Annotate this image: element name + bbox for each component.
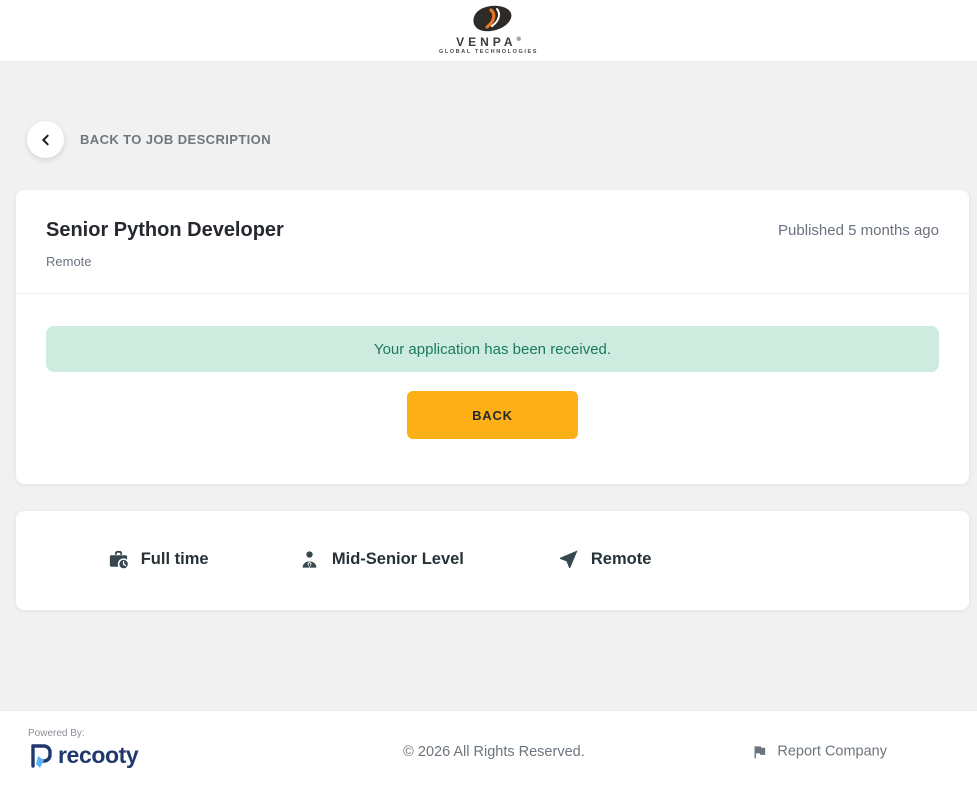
report-company-link[interactable]: Report Company: [751, 743, 887, 760]
recooty-wordmark: recooty: [58, 742, 138, 769]
application-received-banner: Your application has been received.: [46, 326, 939, 372]
powered-by-block: Powered By: recooty: [28, 728, 138, 769]
work-history-icon: [107, 548, 130, 571]
job-attributes-card: Full time Mid-Senior Level Remote: [16, 511, 969, 610]
powered-by-label: Powered By:: [28, 728, 138, 739]
attributes-spacer: [716, 548, 939, 571]
chevron-left-icon: [38, 132, 54, 148]
person-icon: [298, 548, 321, 571]
back-button-row: BACK: [46, 391, 939, 439]
venpa-logo[interactable]: VENPA® GLOBAL TECHNOLOGIES: [439, 5, 538, 56]
page-footer: Powered By: recooty © 2026 All Rights Re…: [0, 710, 977, 792]
registered-mark: ®: [517, 37, 521, 43]
copyright-text: © 2026 All Rights Reserved.: [403, 744, 585, 760]
flag-icon: [751, 743, 768, 760]
top-header-bar: VENPA® GLOBAL TECHNOLOGIES: [0, 0, 977, 62]
recooty-logo-icon: [28, 743, 54, 769]
seniority-level-label: Mid-Senior Level: [332, 550, 464, 569]
attribute-employment-type: Full time: [46, 548, 269, 571]
job-title-block: Senior Python Developer Remote: [46, 217, 284, 269]
navigation-icon: [557, 548, 580, 571]
attribute-seniority-level: Mid-Senior Level: [269, 548, 492, 571]
job-card-header: Senior Python Developer Remote Published…: [16, 190, 969, 294]
job-location: Remote: [46, 254, 284, 269]
job-card: Senior Python Developer Remote Published…: [16, 190, 969, 484]
back-circle-button[interactable]: [27, 121, 64, 158]
back-button[interactable]: BACK: [407, 391, 578, 439]
job-published-date: Published 5 months ago: [778, 217, 939, 239]
back-nav-row: BACK TO JOB DESCRIPTION: [27, 121, 977, 158]
venpa-logo-icon: [458, 5, 520, 35]
job-card-body: Your application has been received. BACK: [16, 294, 969, 484]
job-title: Senior Python Developer: [46, 217, 284, 244]
venpa-logo-subtitle: GLOBAL TECHNOLOGIES: [439, 50, 538, 56]
attribute-workplace-type: Remote: [493, 548, 716, 571]
workplace-type-label: Remote: [591, 550, 652, 569]
recooty-logo[interactable]: recooty: [28, 742, 138, 769]
employment-type-label: Full time: [141, 550, 209, 569]
venpa-logo-wordmark: VENPA®: [439, 36, 538, 48]
report-company-label: Report Company: [777, 744, 887, 760]
back-to-job-description-link[interactable]: BACK TO JOB DESCRIPTION: [80, 132, 271, 147]
